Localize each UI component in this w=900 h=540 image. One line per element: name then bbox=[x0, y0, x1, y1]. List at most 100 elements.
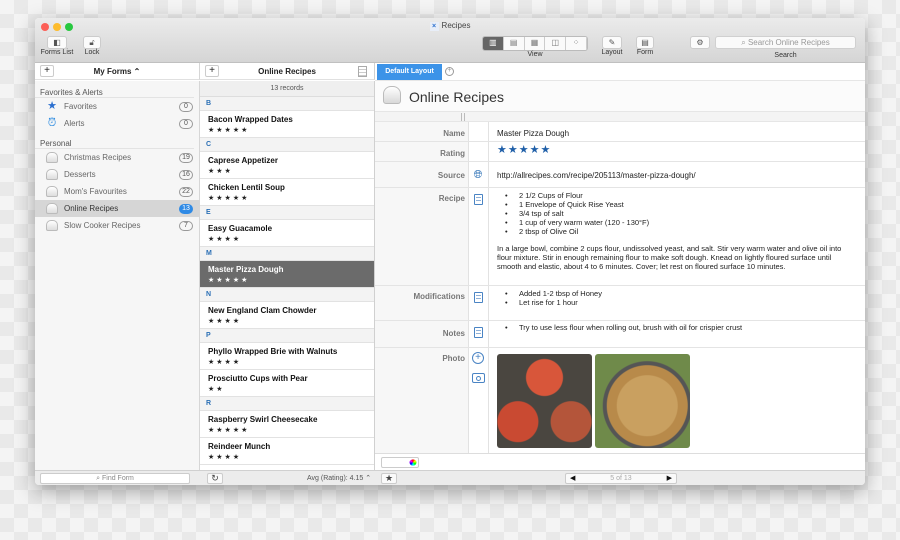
chef-hat-icon bbox=[46, 203, 58, 214]
note-icon[interactable] bbox=[474, 292, 483, 303]
rating-stars: ★★★★★ bbox=[208, 127, 250, 134]
list-item[interactable]: New England Clam Chowder ★★★★ bbox=[200, 302, 374, 329]
list-item[interactable]: Easy Guacamole ★★★★ bbox=[200, 220, 374, 247]
bullet-item: 1 Envelope of Quick Rise Yeast bbox=[497, 200, 857, 209]
sidebar-section-title: Personal bbox=[35, 132, 194, 149]
avg-rating[interactable]: Avg (Rating): 4.15 ⌃ bbox=[307, 474, 371, 482]
recipe-value[interactable]: 2 1/2 Cups of Flour1 Envelope of Quick R… bbox=[497, 191, 857, 271]
rating-stars: ★★★★★ bbox=[208, 195, 250, 202]
forms-selector[interactable]: My Forms ⌃ bbox=[94, 67, 141, 76]
sidebar-item[interactable]: ⏰︎ Alerts 0 bbox=[35, 115, 199, 132]
find-form-input[interactable]: ⌕ Find Form bbox=[40, 473, 190, 484]
status-bar: ⌕ Find Form ↻ Avg (Rating): 4.15 ⌃ ★ ◀ 5 … bbox=[35, 470, 865, 485]
lock-button[interactable]: 🔓︎ Lock bbox=[81, 36, 103, 56]
sidebar-item[interactable]: Desserts 16 bbox=[35, 166, 199, 183]
rating-stars: ★★ bbox=[208, 386, 225, 393]
calendar-view-icon[interactable]: ▦ bbox=[524, 37, 546, 50]
next-record-icon[interactable]: ▶ bbox=[667, 474, 672, 483]
forms-list-button[interactable]: ◧ Forms List bbox=[39, 36, 75, 56]
document-icon[interactable] bbox=[358, 66, 367, 77]
list-item[interactable]: Phyllo Wrapped Brie with Walnuts ★★★★ bbox=[200, 343, 374, 370]
bullet-item: Try to use less flour when rolling out, … bbox=[497, 323, 857, 332]
rating-stars: ★★★★ bbox=[208, 454, 242, 461]
sidebar-item[interactable]: Slow Cooker Recipes 7 bbox=[35, 217, 199, 234]
count-badge: 16 bbox=[179, 170, 193, 180]
view-segmented: ▥ ▤ ▦ ◫ ⁘ bbox=[482, 36, 588, 51]
bullet-item: 1 cup of very warm water (120 - 130°F) bbox=[497, 218, 857, 227]
color-field[interactable] bbox=[381, 457, 419, 468]
list-header: + Online Recipes bbox=[200, 63, 375, 80]
chef-hat-icon bbox=[46, 152, 58, 163]
rating-stars: ★★★★★ bbox=[208, 427, 250, 434]
field-recipe: Recipe2 1/2 Cups of Flour1 Envelope of Q… bbox=[375, 188, 865, 286]
records-list: 13 records B Bacon Wrapped Dates ★★★★★ C Capr… bbox=[200, 81, 375, 470]
add-record-button[interactable]: + bbox=[205, 65, 219, 77]
add-form-button[interactable]: + bbox=[40, 65, 54, 77]
sidebar-item[interactable]: Online Recipes 13 bbox=[35, 200, 199, 217]
split-view-icon[interactable]: ◫ bbox=[545, 37, 567, 50]
list-item[interactable]: Raspberry Swirl Cheesecake ★★★★★ bbox=[200, 411, 374, 438]
previous-record-icon[interactable]: ◀ bbox=[570, 474, 575, 483]
section-header: M bbox=[200, 247, 374, 261]
chef-hat-icon bbox=[46, 169, 58, 180]
chef-hat-icon bbox=[46, 220, 58, 231]
search-input[interactable]: ⌕ Search Online Recipes bbox=[715, 36, 856, 49]
field-notes: NotesTry to use less flour when rolling … bbox=[375, 321, 865, 348]
section-header: R bbox=[200, 397, 374, 411]
field-source: Source 🌐︎ http://allrecipes.com/recipe/205… bbox=[375, 162, 865, 188]
list-item[interactable]: Prosciutto Cups with Pear ★★ bbox=[200, 370, 374, 397]
list-item[interactable]: Caprese Appetizer ★★★ bbox=[200, 152, 374, 179]
list-item[interactable]: Master Pizza Dough ★★★★★ bbox=[200, 261, 374, 288]
sidebar-item[interactable]: Christmas Recipes 19 bbox=[35, 149, 199, 166]
camera-icon[interactable] bbox=[472, 373, 485, 383]
field-rating: Rating ★★★★★ bbox=[375, 142, 865, 162]
table-view-icon[interactable]: ▤ bbox=[503, 37, 525, 50]
count-badge: 0 bbox=[179, 102, 193, 112]
field-name: Name Master Pizza Dough bbox=[375, 122, 865, 142]
grid-view-icon[interactable]: ⁘ bbox=[566, 37, 587, 50]
gear-icon[interactable]: ⚙ bbox=[690, 36, 710, 49]
globe-icon[interactable]: 🌐︎ bbox=[472, 169, 484, 181]
notes-value[interactable]: Try to use less flour when rolling out, … bbox=[497, 323, 857, 332]
add-photo-icon[interactable]: + bbox=[472, 352, 484, 364]
refresh-icon[interactable]: ↻ bbox=[207, 473, 223, 484]
name-value[interactable]: Master Pizza Dough bbox=[497, 129, 857, 138]
sidebar-item[interactable]: ★ Favorites 0 bbox=[35, 98, 199, 115]
bullet-item: Let rise for 1 hour bbox=[497, 298, 857, 307]
list-item[interactable]: Chicken Lentil Soup ★★★★★ bbox=[200, 179, 374, 206]
section-header: N bbox=[200, 288, 374, 302]
pizza-photo-2[interactable] bbox=[595, 354, 690, 448]
pizza-photo-1[interactable] bbox=[497, 354, 592, 448]
sidebar-item[interactable]: Mom's Favourites 22 bbox=[35, 183, 199, 200]
list-item[interactable]: Reindeer Munch ★★★★ bbox=[200, 438, 374, 465]
resize-handle[interactable] bbox=[461, 113, 465, 121]
rating-stars[interactable]: ★★★★★ bbox=[497, 145, 857, 156]
form-button[interactable]: ▤ Form bbox=[635, 36, 655, 56]
note-icon[interactable] bbox=[474, 194, 483, 205]
note-icon[interactable] bbox=[474, 327, 483, 338]
color-wheel-icon[interactable] bbox=[409, 459, 417, 466]
section-header: B bbox=[200, 97, 374, 111]
rating-stars: ★★★★ bbox=[208, 236, 242, 243]
view-control: ▥ ▤ ▦ ◫ ⁘ View bbox=[482, 36, 588, 58]
add-layout-icon[interactable]: + bbox=[445, 67, 454, 76]
divider bbox=[375, 112, 865, 122]
records-count: 13 records bbox=[200, 81, 374, 97]
source-link[interactable]: http://allrecipes.com/recipe/205113/mast… bbox=[497, 171, 857, 180]
sidebar-header: + My Forms ⌃ bbox=[35, 63, 200, 80]
count-badge: 22 bbox=[179, 187, 193, 197]
record-detail: Default Layout + Online Recipes Name Mast… bbox=[375, 63, 865, 470]
tab-default-layout[interactable]: Default Layout bbox=[377, 64, 442, 80]
count-badge: 19 bbox=[179, 153, 193, 163]
chef-hat-icon bbox=[383, 86, 401, 104]
rating-stars: ★★★★ bbox=[208, 359, 242, 366]
list-item[interactable]: Bacon Wrapped Dates ★★★★★ bbox=[200, 111, 374, 138]
bullet-item: 2 tbsp of Olive Oil bbox=[497, 227, 857, 236]
layout-button[interactable]: ✎ Layout bbox=[600, 36, 624, 56]
count-badge: 13 bbox=[179, 204, 193, 214]
star-icon[interactable]: ★ bbox=[381, 473, 397, 484]
columns-view-icon[interactable]: ▥ bbox=[483, 37, 504, 50]
brush-icon: ✎ bbox=[602, 36, 622, 49]
modifications-value[interactable]: Added 1-2 tbsp of HoneyLet rise for 1 ho… bbox=[497, 289, 857, 307]
app-window: × Recipes ◧ Forms List 🔓︎ Lock ▥ ▤ ▦ ◫ ⁘ View ✎… bbox=[35, 18, 865, 485]
